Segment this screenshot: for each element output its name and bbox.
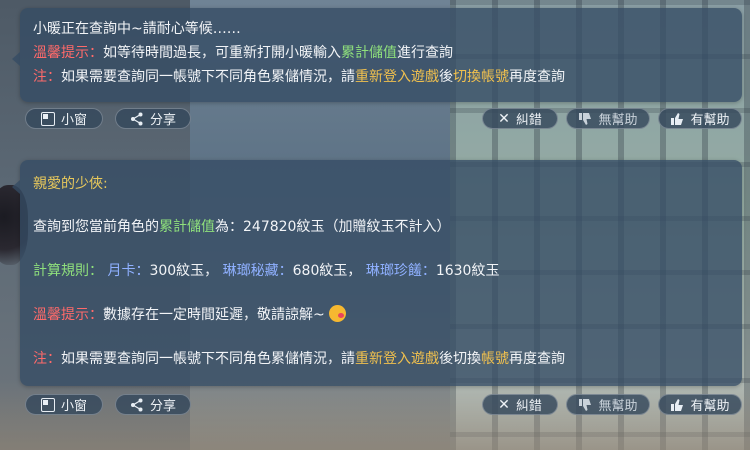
helpful-button[interactable]: 有幫助 bbox=[658, 108, 742, 129]
not-helpful-label: 無幫助 bbox=[598, 399, 638, 414]
not-helpful-button[interactable]: 無幫助 bbox=[566, 108, 650, 129]
note-text-c: 再度查詢 bbox=[509, 69, 565, 85]
tip-line: 溫馨提示：如等待時間過長，可重新打開小暖輸入累計儲值進行查詢 bbox=[33, 42, 453, 62]
tip-line: 溫馨提示：數據存在一定時間延遲，敬請諒解~ bbox=[33, 304, 347, 324]
thumbs-up-icon bbox=[671, 112, 684, 125]
report-error-button[interactable]: ✕ 糾錯 bbox=[482, 108, 558, 129]
note-line: 注：如果需要查詢同一帳號下不同角色累儲情況，請重新登入遊戲後切換帳號再度查詢 bbox=[33, 348, 565, 368]
note-text-a: 如果需要查詢同一帳號下不同角色累儲情況，請 bbox=[61, 351, 355, 367]
share-button[interactable]: 分享 bbox=[115, 108, 191, 129]
note-relogin: 重新登入遊戲 bbox=[355, 69, 439, 85]
note-label: 注： bbox=[33, 69, 61, 85]
rule-gem-label: 琳瑯珍饈： bbox=[365, 263, 436, 279]
note-label: 注： bbox=[33, 351, 61, 367]
report-error-label: 糾錯 bbox=[515, 399, 542, 414]
rule-monthcard-value: 300紋玉， bbox=[149, 263, 219, 279]
rule-label: 計算規則： bbox=[33, 263, 103, 279]
tip-highlight-cumulative: 累計儲值 bbox=[341, 45, 397, 61]
query-result-line: 查詢到您當前角色的累計儲值為：247820紋玉（加贈紋玉不計入） bbox=[33, 216, 450, 236]
small-window-label: 小窗 bbox=[60, 113, 87, 128]
querying-message: 小暖正在查詢中~請耐心等候…… bbox=[33, 21, 241, 37]
window-icon bbox=[40, 111, 55, 126]
rule-gem-value: 1630紋玉 bbox=[435, 263, 500, 279]
thumbs-up-icon bbox=[671, 398, 684, 411]
share-button[interactable]: 分享 bbox=[115, 394, 191, 415]
note-text-b: 後 bbox=[439, 69, 453, 85]
tip-text: 數據存在一定時間延遲，敬請諒解~ bbox=[103, 307, 325, 323]
small-window-button[interactable]: 小窗 bbox=[25, 108, 103, 129]
kiss-emoji-icon bbox=[329, 305, 347, 322]
helpful-label: 有幫助 bbox=[690, 399, 730, 414]
note-switch-account: 帳號 bbox=[481, 351, 509, 367]
tip-label: 溫馨提示： bbox=[33, 307, 103, 323]
note-line: 注：如果需要查詢同一帳號下不同角色累儲情況，請重新登入遊戲後切換帳號再度查詢 bbox=[33, 66, 565, 86]
close-icon: ✕ bbox=[498, 110, 510, 127]
rule-monthcard-label: 月卡： bbox=[107, 263, 150, 279]
action-bar: 小窗 分享 ✕ 糾錯 無幫助 有幫助 bbox=[0, 106, 750, 132]
chat-bubble-result: 親愛的少俠: 查詢到您當前角色的累計儲值為：247820紋玉（加贈紋玉不計入） … bbox=[12, 160, 742, 386]
rule-line: 計算規則： 月卡：300紋玉， 琳瑯秘藏：680紋玉， 琳瑯珍饈：1630紋玉 bbox=[33, 260, 499, 280]
note-relogin: 重新登入遊戲 bbox=[355, 351, 439, 367]
query-highlight-cumulative: 累計儲值 bbox=[159, 219, 215, 235]
not-helpful-label: 無幫助 bbox=[598, 113, 638, 128]
rule-treasure-label: 琳瑯秘藏： bbox=[222, 263, 293, 279]
note-switch-account: 切換帳號 bbox=[453, 69, 509, 85]
query-text-b: 為：247820紋玉（加贈紋玉不計入） bbox=[215, 219, 451, 235]
note-text-c: 再度查詢 bbox=[509, 351, 565, 367]
thumbs-down-icon bbox=[579, 112, 592, 125]
query-text-a: 查詢到您當前角色的 bbox=[33, 219, 159, 235]
note-text-a: 如果需要查詢同一帳號下不同角色累儲情況，請 bbox=[61, 69, 355, 85]
report-error-label: 糾錯 bbox=[515, 113, 542, 128]
helpful-button[interactable]: 有幫助 bbox=[658, 394, 742, 415]
share-icon bbox=[130, 112, 143, 125]
helpful-label: 有幫助 bbox=[690, 113, 730, 128]
tip-label: 溫馨提示： bbox=[33, 45, 103, 61]
tip-text-b: 進行查詢 bbox=[397, 45, 453, 61]
chat-bubble-querying: 小暖正在查詢中~請耐心等候…… 溫馨提示：如等待時間過長，可重新打開小暖輸入累計… bbox=[12, 8, 742, 102]
thumbs-down-icon bbox=[579, 398, 592, 411]
close-icon: ✕ bbox=[498, 396, 510, 413]
tip-text-a: 如等待時間過長，可重新打開小暖輸入 bbox=[103, 45, 341, 61]
small-window-button[interactable]: 小窗 bbox=[25, 394, 103, 415]
share-icon bbox=[130, 398, 143, 411]
action-bar: 小窗 分享 ✕ 糾錯 無幫助 有幫助 bbox=[0, 392, 750, 418]
share-label: 分享 bbox=[149, 113, 176, 128]
report-error-button[interactable]: ✕ 糾錯 bbox=[482, 394, 558, 415]
share-label: 分享 bbox=[149, 399, 176, 414]
not-helpful-button[interactable]: 無幫助 bbox=[566, 394, 650, 415]
window-icon bbox=[40, 397, 55, 412]
rule-treasure-value: 680紋玉， bbox=[292, 263, 362, 279]
greeting: 親愛的少俠: bbox=[33, 176, 108, 192]
note-text-b: 後切換 bbox=[439, 351, 481, 367]
small-window-label: 小窗 bbox=[60, 399, 87, 414]
